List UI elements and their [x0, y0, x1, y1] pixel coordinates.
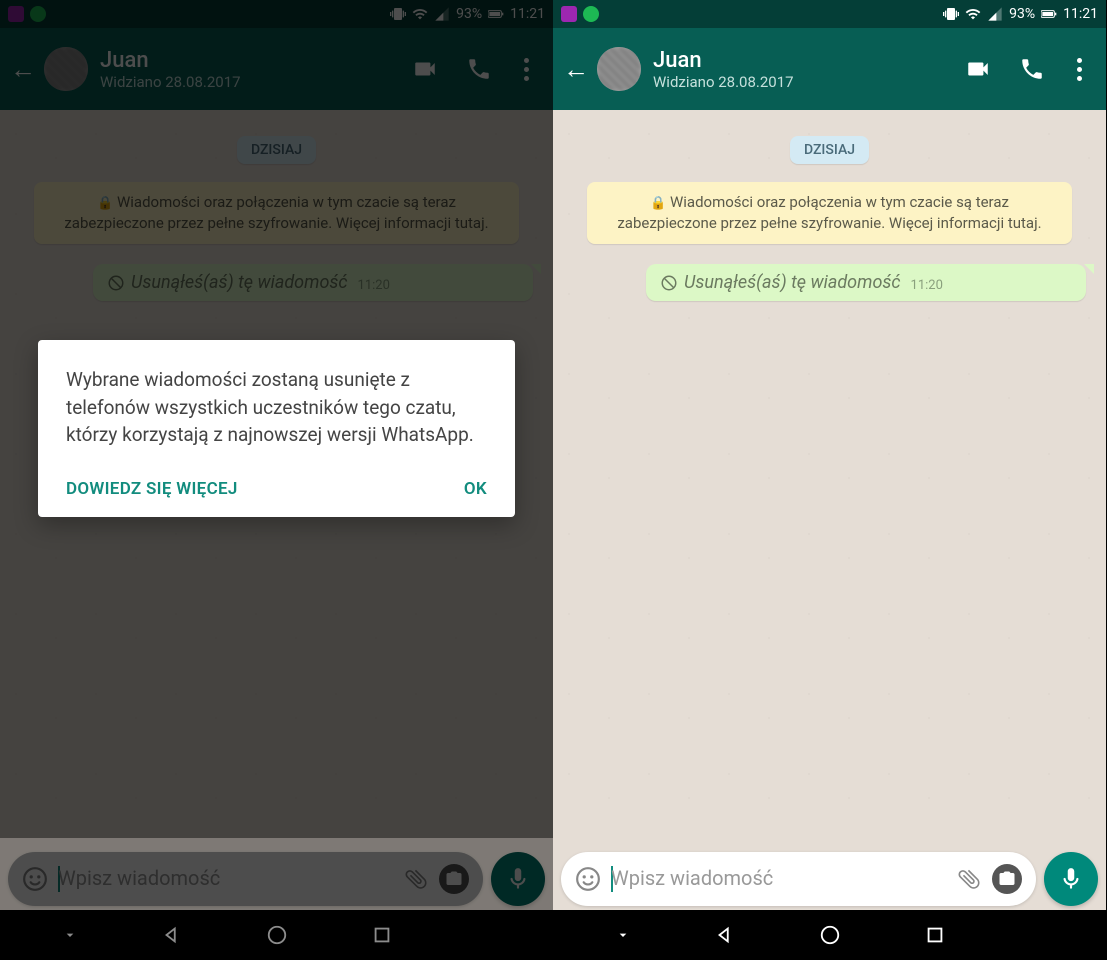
chat-header[interactable]: ← Juan Widziano 28.08.2017 — [553, 28, 1106, 110]
delete-dialog: Wybrane wiadomości zostaną usunięte z te… — [38, 340, 515, 517]
wifi-icon — [965, 6, 981, 22]
more-options-icon[interactable] — [1073, 54, 1086, 85]
message-input[interactable]: Wpisz wiadomość — [561, 852, 1036, 906]
message-time: 11:20 — [911, 278, 943, 293]
phone-screen-left: 93% 11:21 ← Juan Widziano 28.08.2017 DZI… — [0, 0, 553, 960]
nav-collapse-icon[interactable] — [615, 927, 631, 943]
notification-icon — [561, 6, 577, 22]
contact-name: Juan — [653, 48, 965, 73]
contact-last-seen: Widziano 28.08.2017 — [653, 73, 965, 91]
android-nav-bar — [553, 910, 1106, 960]
nav-home-icon[interactable] — [819, 924, 841, 946]
voice-call-icon[interactable] — [1019, 56, 1045, 82]
vibrate-icon — [943, 6, 959, 22]
phone-screen-right: 93% 11:21 ← Juan Widziano 28.08.2017 DZI… — [553, 0, 1106, 960]
lock-icon: 🔒 — [650, 196, 666, 211]
ok-button[interactable]: OK — [464, 479, 487, 499]
dialog-body-text: Wybrane wiadomości zostaną usunięte z te… — [66, 366, 487, 449]
contact-avatar[interactable] — [597, 47, 641, 91]
battery-percent: 93% — [1009, 6, 1035, 22]
encryption-notice[interactable]: 🔒 Wiadomości oraz połączenia w tym czaci… — [587, 182, 1072, 244]
deleted-message-bubble[interactable]: Usunąłeś(aś) tę wiadomość 11:20 — [646, 264, 1086, 301]
learn-more-button[interactable]: DOWIEDZ SIĘ WIĘCEJ — [66, 479, 238, 499]
date-chip: DZISIAJ — [790, 136, 869, 164]
attach-icon[interactable] — [951, 861, 988, 898]
back-button[interactable]: ← — [563, 54, 589, 85]
chat-body: DZISIAJ 🔒 Wiadomości oraz połączenia w t… — [553, 110, 1106, 838]
status-time: 11:21 — [1063, 6, 1098, 22]
mic-button[interactable] — [1044, 852, 1098, 906]
spotify-icon — [583, 6, 599, 22]
nav-back-icon[interactable] — [714, 924, 736, 946]
battery-icon — [1041, 6, 1057, 22]
camera-icon[interactable] — [992, 864, 1022, 894]
status-bar: 93% 11:21 — [553, 0, 1106, 28]
signal-icon — [987, 6, 1003, 22]
input-bar: Wpisz wiadomość — [561, 848, 1098, 910]
nav-recent-icon[interactable] — [924, 924, 946, 946]
video-call-icon[interactable] — [965, 56, 991, 82]
emoji-icon[interactable] — [575, 866, 601, 892]
prohibit-icon — [660, 274, 678, 292]
